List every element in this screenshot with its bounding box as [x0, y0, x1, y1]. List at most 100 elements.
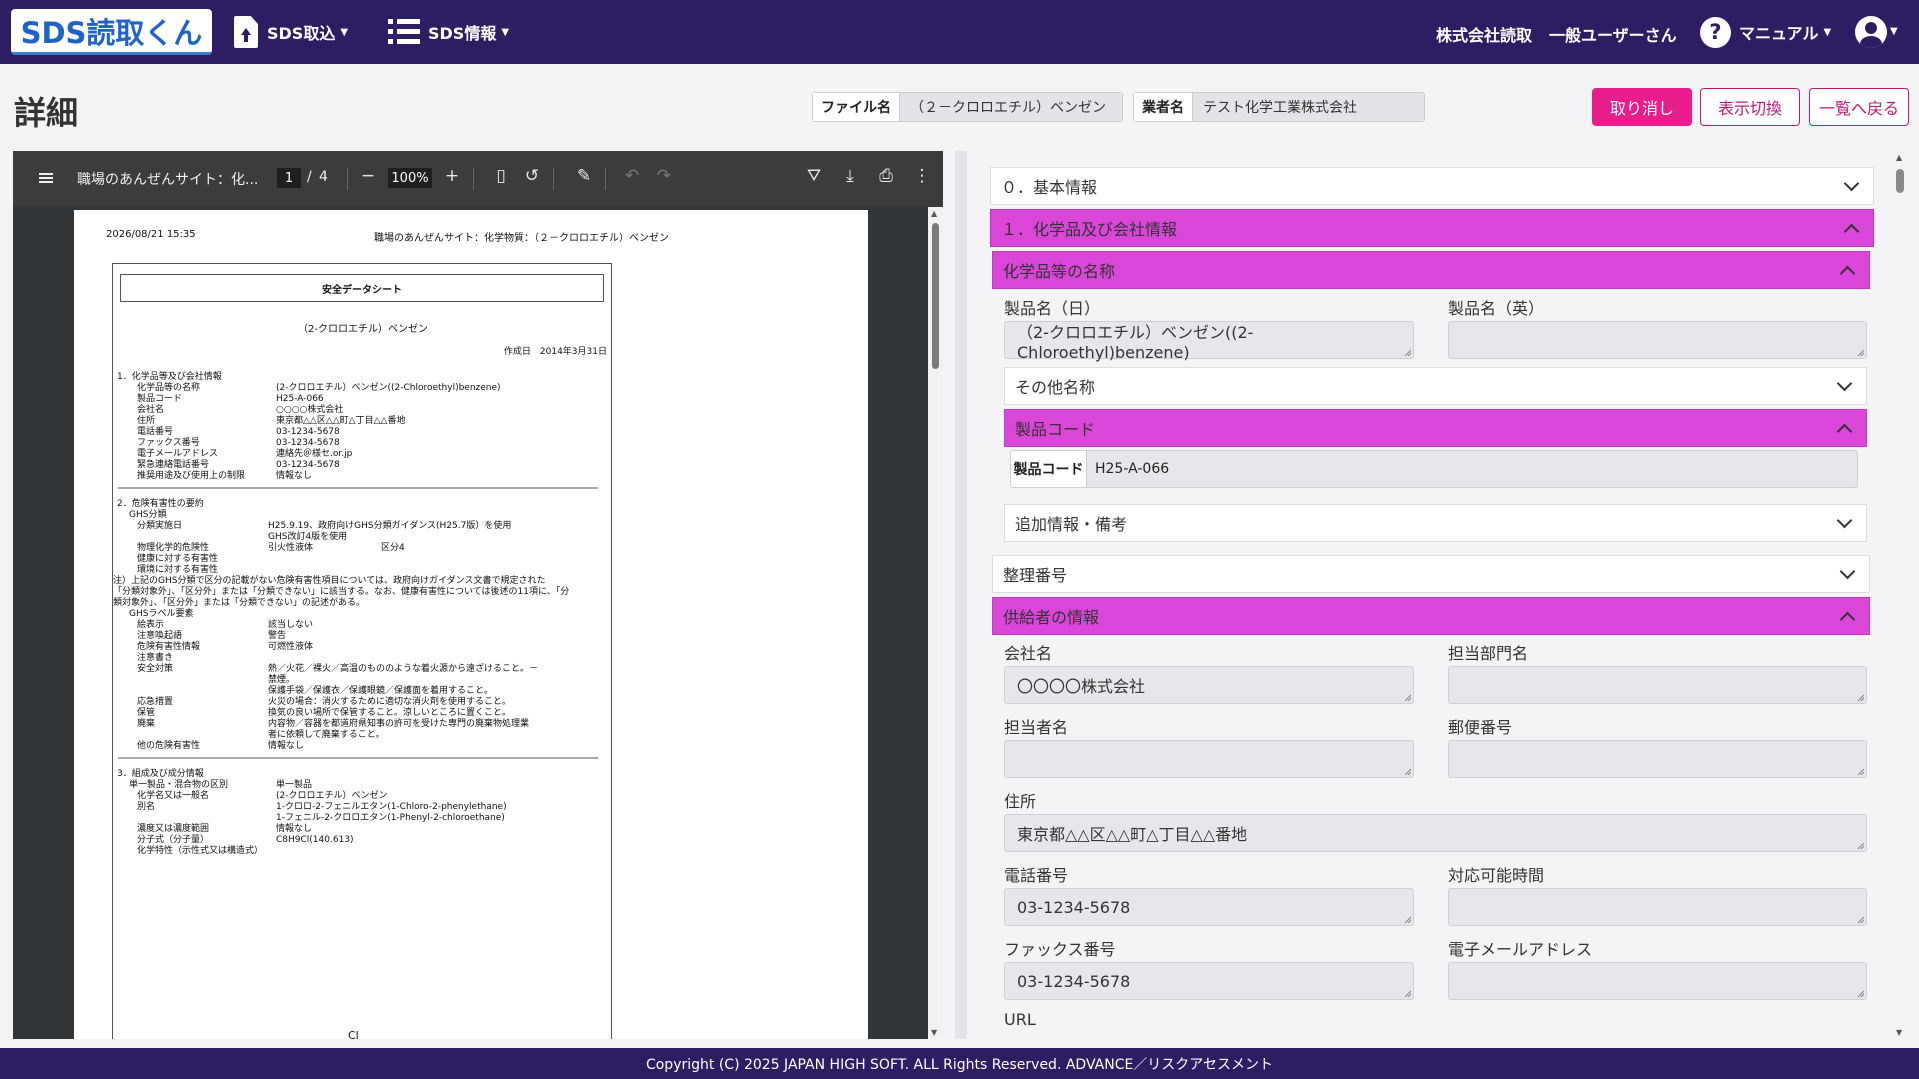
- form-scroll-thumb[interactable]: [1896, 169, 1904, 193]
- app-logo[interactable]: SDS読取くん: [11, 9, 212, 55]
- back-to-list-button[interactable]: 一覧へ戻る: [1809, 88, 1909, 126]
- section-basic-info[interactable]: ０．基本情報: [990, 167, 1874, 205]
- sds-text-line: 健康に対する有害性: [137, 554, 219, 564]
- postal-code-field[interactable]: [1448, 740, 1867, 778]
- redo-icon[interactable]: ↷: [653, 166, 675, 186]
- vendor-name-label: 業者名: [1133, 92, 1192, 122]
- pdf-doc-title: 職場のあんぜんサイト：化...: [77, 172, 259, 188]
- user-avatar-icon[interactable]: [1855, 16, 1887, 48]
- sds-text-line: 「分類対象外」、「区分外」または「分類できない」に該当する。なお、健康有害性につ…: [113, 587, 570, 597]
- download-icon[interactable]: ⤓: [839, 166, 861, 186]
- structure-formula-diagram: Cl: [348, 1029, 359, 1039]
- phone-field[interactable]: 03-1234-5678: [1004, 888, 1414, 926]
- email-field[interactable]: [1448, 962, 1867, 1000]
- sds-text-line: 区分4: [381, 543, 405, 553]
- section-additional-info[interactable]: 追加情報・備考: [1004, 504, 1867, 542]
- product-name-en-field[interactable]: [1448, 321, 1867, 359]
- company-field[interactable]: 〇〇〇〇株式会社: [1004, 666, 1414, 704]
- fit-page-icon[interactable]: ▯: [490, 166, 512, 186]
- sds-info-menu[interactable]: SDS情報 ▼: [388, 0, 509, 64]
- section-chem-names[interactable]: 化学品等の名称: [992, 251, 1870, 289]
- pdf-scrollbar[interactable]: ▲ ▼: [928, 207, 943, 1039]
- sds-upload-menu[interactable]: SDS取込 ▼: [234, 0, 348, 64]
- scroll-up-icon[interactable]: ▲: [931, 209, 937, 218]
- zoom-out-icon[interactable]: −: [357, 166, 379, 186]
- user-name: 一般ユーザーさん: [1549, 26, 1677, 45]
- zoom-in-icon[interactable]: +: [441, 166, 463, 186]
- chevron-down-icon: [1843, 175, 1860, 192]
- sds-text-line: 物理化学的危険性: [137, 543, 210, 553]
- scroll-down-icon[interactable]: ▼: [931, 1028, 937, 1037]
- sds-text-line: 化学名又は一般名: [137, 791, 210, 801]
- panel-splitter[interactable]: [955, 151, 967, 1039]
- footer: Copyright (C) 2025 JAPAN HIGH SOFT. ALL …: [0, 1048, 1919, 1079]
- section-additional-info-label: 追加情報・備考: [1015, 515, 1128, 534]
- sds-text-line: 3．組成及び成分情報: [117, 769, 204, 779]
- product-name-jp-field[interactable]: （2-クロロエチル）ベンゼン((2-Chloroethyl)benzene): [1004, 321, 1414, 362]
- sds-upload-label: SDS取込: [267, 24, 336, 43]
- rotate-icon[interactable]: ↺: [521, 166, 543, 186]
- company-name: 株式会社読取: [1436, 26, 1533, 45]
- more-options-icon[interactable]: ⋮: [911, 166, 933, 186]
- zoom-input[interactable]: 100%: [388, 168, 432, 188]
- address-field[interactable]: 東京都△△区△△町△丁目△△番地: [1004, 814, 1867, 852]
- sds-text-line: 注）上記のGHS分類で区分の記載がない危険有害性項目については、政府向けガイダン…: [113, 576, 546, 586]
- sds-text-line: 03-1234-5678: [276, 427, 340, 437]
- sds-text-line: 安全対策: [137, 664, 174, 674]
- company-label: 会社名: [1004, 644, 1053, 663]
- available-hours-field[interactable]: [1448, 888, 1867, 926]
- postal-code-label: 郵便番号: [1448, 718, 1513, 737]
- sds-text-line: 製品コード: [137, 394, 183, 404]
- sds-text-line: 環境に対する有害性: [137, 565, 219, 575]
- chevron-up-icon: [1839, 265, 1856, 282]
- person-label: 担当者名: [1004, 718, 1069, 737]
- sds-text-line: 1-クロロ-2-フェニルエタン(1-Chloro-2-phenylethane): [276, 802, 507, 812]
- section-reference-number[interactable]: 整理番号: [992, 555, 1870, 593]
- sds-text-line: 者に依頼して廃棄すること。: [268, 730, 385, 740]
- sds-text-line: GHS分類: [129, 510, 167, 520]
- sds-text-line: 分類実施日: [137, 521, 183, 531]
- section-chem-company[interactable]: １．化学品及び会社情報: [990, 209, 1874, 247]
- sds-text-line: 絵表示: [137, 620, 165, 630]
- page-number-input[interactable]: 1: [277, 168, 301, 188]
- scroll-down-icon[interactable]: ▼: [1896, 1028, 1902, 1037]
- department-field[interactable]: [1448, 666, 1867, 704]
- toggle-view-button[interactable]: 表示切換: [1700, 88, 1800, 126]
- caret-down-icon[interactable]: ▼: [1890, 26, 1898, 37]
- section-product-code[interactable]: 製品コード: [1004, 409, 1867, 447]
- sds-form-panel: ０．基本情報 １．化学品及び会社情報 化学品等の名称 製品名（日） 製品名（英）…: [990, 151, 1884, 1039]
- drive-save-icon[interactable]: ⛛: [803, 166, 825, 186]
- structure-atom-label: Cl: [348, 1029, 359, 1039]
- product-name-jp-label: 製品名（日）: [1004, 299, 1101, 318]
- print-icon[interactable]: ⎙: [875, 166, 897, 186]
- sds-text-line: 分子式（分子量）: [137, 835, 210, 845]
- cancel-button[interactable]: 取り消し: [1592, 88, 1692, 126]
- pdf-scroll-thumb[interactable]: [932, 223, 939, 369]
- hamburger-menu-icon[interactable]: [39, 173, 53, 183]
- person-field[interactable]: [1004, 740, 1414, 778]
- available-hours-label: 対応可能時間: [1448, 866, 1545, 885]
- chevron-down-icon: [1836, 512, 1853, 529]
- section-chem-names-label: 化学品等の名称: [1003, 262, 1116, 281]
- url-label: URL: [1004, 1010, 1036, 1029]
- form-scrollbar[interactable]: ▲ ▼: [1893, 151, 1907, 1039]
- file-name-label: ファイル名: [812, 92, 899, 122]
- sds-text-line: ○○○○株式会社: [276, 405, 344, 415]
- sds-text-line: 電子メールアドレス: [137, 449, 219, 459]
- sds-text-line: 換気の良い場所で保管すること。涼しいところに置くこと。: [268, 708, 512, 718]
- scroll-up-icon[interactable]: ▲: [1896, 153, 1902, 162]
- sds-text-line: H25.9.19、政府向けGHS分類ガイダンス(H25.7版）を使用: [268, 521, 512, 531]
- section-chem-company-label: １．化学品及び会社情報: [1001, 220, 1178, 239]
- annotate-icon[interactable]: ✎: [573, 166, 595, 186]
- manual-menu[interactable]: ? マニュアル ▼: [1700, 0, 1831, 64]
- product-name-en-label: 製品名（英）: [1448, 299, 1545, 318]
- section-supplier-info[interactable]: 供給者の情報: [992, 597, 1870, 635]
- fax-field[interactable]: 03-1234-5678: [1004, 962, 1414, 1000]
- undo-icon[interactable]: ↶: [621, 166, 643, 186]
- section-other-names-label: その他名称: [1015, 378, 1096, 397]
- department-label: 担当部門名: [1448, 644, 1529, 663]
- product-code-field[interactable]: H25-A-066: [1086, 450, 1858, 488]
- sds-text-line: 1．化学品等及び会社情報: [117, 372, 222, 382]
- section-other-names[interactable]: その他名称: [1004, 367, 1867, 405]
- sds-info-label: SDS情報: [428, 24, 497, 43]
